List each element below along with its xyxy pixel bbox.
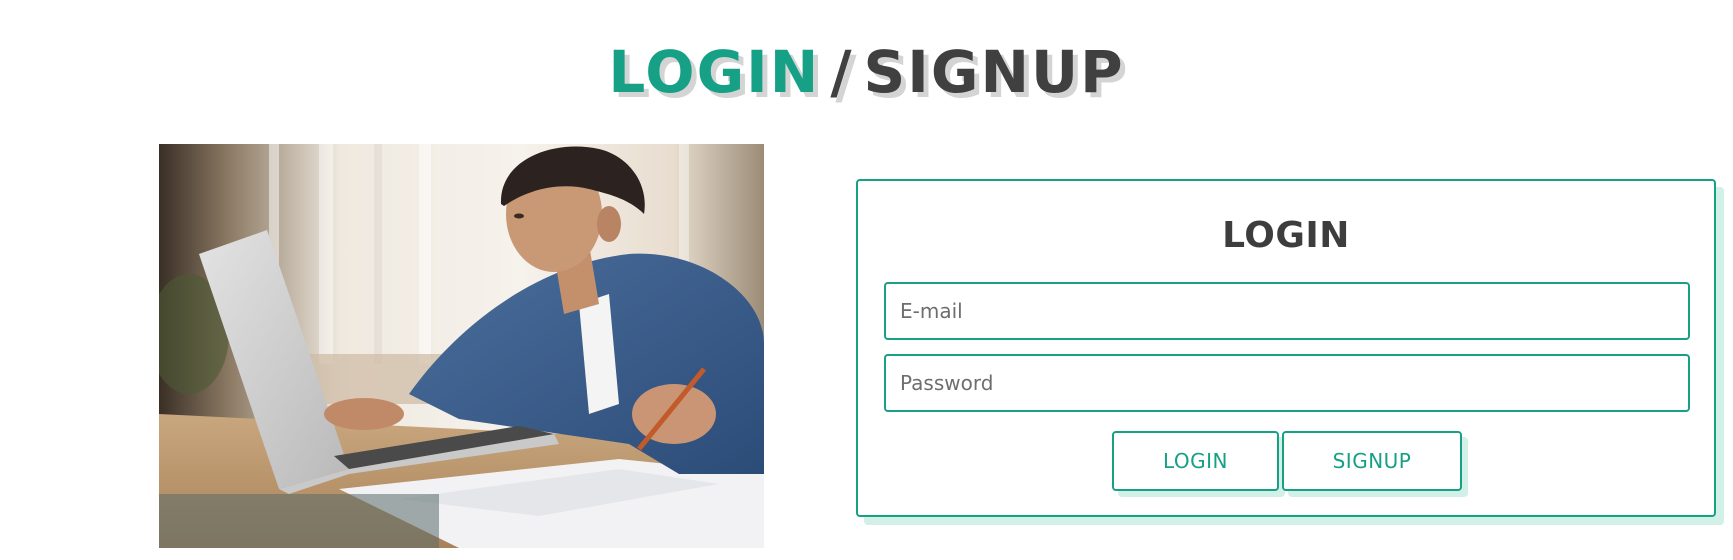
boy-laptop-illustration — [159, 144, 764, 548]
page-heading: LOGIN / SIGNUP — [0, 32, 1733, 112]
login-button[interactable]: LOGIN — [1112, 431, 1279, 491]
email-field[interactable] — [884, 282, 1690, 340]
heading-signup-word: SIGNUP — [863, 38, 1125, 106]
hero-photo — [159, 144, 764, 548]
password-field[interactable] — [884, 354, 1690, 412]
heading-separator: / — [830, 38, 854, 106]
login-form-title: LOGIN — [1222, 215, 1350, 256]
heading-login-word: LOGIN — [608, 38, 821, 106]
login-card: LOGIN LOGIN SIGNUP — [856, 179, 1716, 517]
signup-button[interactable]: SIGNUP — [1282, 431, 1462, 491]
